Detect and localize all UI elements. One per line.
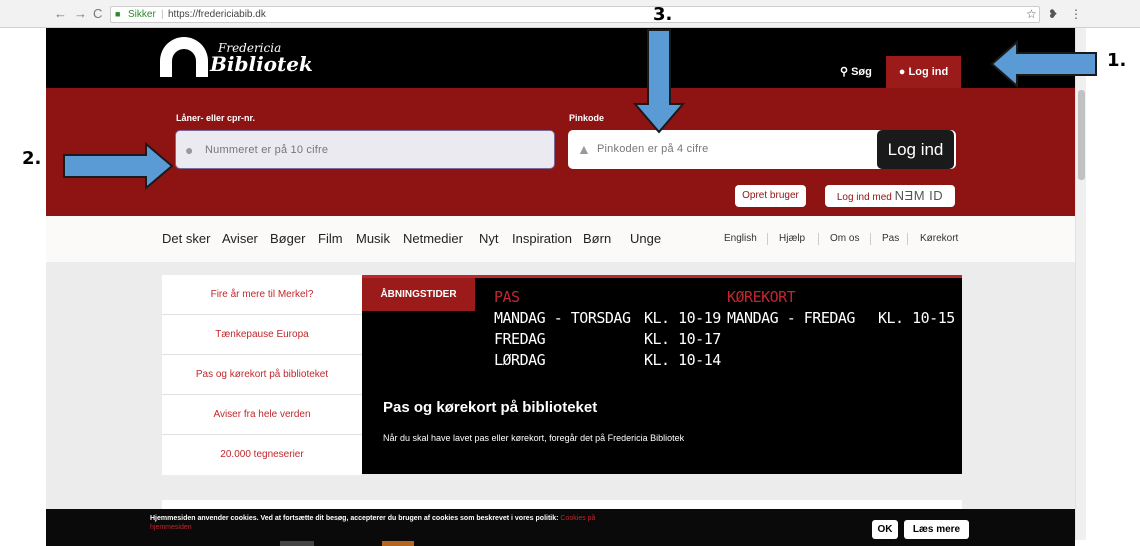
lock-icon: ■	[115, 9, 121, 19]
address-separator: |	[161, 9, 164, 20]
user-field-label: Låner- eller cpr-nr.	[176, 113, 256, 123]
sub-nav-divider	[818, 233, 819, 245]
pas-time: KL. 10-19	[644, 309, 721, 327]
forward-icon[interactable]: →	[74, 7, 87, 21]
opening-hours-tab[interactable]: ÅBNINGSTIDER	[362, 278, 475, 311]
login-tab[interactable]: ● Log ind	[886, 56, 961, 88]
thumbnail-strip	[382, 541, 414, 546]
nav-item-aviser[interactable]: Aviser	[222, 231, 258, 246]
hero-banner[interactable]: ÅBNINGSTIDER PAS MANDAG - TORSDAG FREDAG…	[362, 275, 962, 474]
cookie-notice: Hjemmesiden anvender cookies. Ved at for…	[150, 514, 620, 532]
nav-item-netmedier[interactable]: Netmedier	[403, 231, 463, 246]
nav-item-det-sker[interactable]: Det sker	[162, 231, 210, 246]
nemid-login-button[interactable]: Log ind med NƎM ID	[825, 185, 955, 207]
pin-placeholder: Pinkoden er på 4 cifre	[597, 143, 709, 155]
user-icon: ●	[185, 142, 194, 158]
hero-title[interactable]: Pas og kørekort på biblioteket	[383, 399, 597, 416]
pas-day: FREDAG	[494, 330, 546, 348]
pas-day: LØRDAG	[494, 351, 546, 369]
pas-time: KL. 10-14	[644, 351, 721, 369]
main-nav: Det sker Aviser Bøger Film Musik Netmedi…	[46, 216, 1075, 262]
secure-label: Sikker	[128, 9, 156, 20]
sub-nav-pas[interactable]: Pas	[882, 233, 899, 244]
login-submit-button[interactable]: Log ind	[877, 130, 954, 169]
annotation-arrow-2	[63, 141, 174, 191]
pas-time: KL. 10-17	[644, 330, 721, 348]
nav-item-boger[interactable]: Bøger	[270, 231, 305, 246]
nemid-login-label: Log ind med	[836, 192, 892, 203]
back-icon[interactable]: ←	[54, 7, 67, 21]
library-logo-icon[interactable]	[160, 37, 208, 77]
logo-text[interactable]: Bibliotek	[210, 52, 313, 76]
side-list-item[interactable]: 20.000 tegneserier	[162, 435, 362, 475]
extension-icon[interactable]: ❥	[1048, 7, 1058, 21]
sub-nav-divider	[870, 233, 871, 245]
annotation-label-2: 2.	[22, 148, 42, 169]
browser-menu-icon[interactable]: ⋮	[1070, 7, 1082, 21]
nav-item-unge[interactable]: Unge	[630, 231, 661, 246]
user-icon: ●	[898, 66, 906, 78]
sub-nav-english[interactable]: English	[724, 233, 757, 244]
user-number-input[interactable]: ● Nummeret er på 10 cifre	[175, 130, 555, 169]
thumbnail-strip	[280, 541, 314, 546]
side-list-item[interactable]: Aviser fra hele verden	[162, 395, 362, 435]
create-user-button[interactable]: Opret bruger	[735, 185, 806, 207]
korekort-heading: KØREKORT	[727, 288, 796, 306]
pas-heading: PAS	[494, 288, 520, 306]
address-bar[interactable]: ■ Sikker | https://fredericiabib.dk	[110, 6, 1040, 23]
sub-nav-korekort[interactable]: Kørekort	[920, 233, 958, 244]
bottom-strip	[280, 541, 1080, 546]
cookie-ok-button[interactable]: OK	[872, 520, 898, 539]
nav-item-inspiration[interactable]: Inspiration	[512, 231, 572, 246]
page: ← → C ■ Sikker | https://fredericiabib.d…	[0, 0, 1140, 546]
pas-day: MANDAG - TORSDAG	[494, 309, 631, 327]
side-list: Fire år mere til Merkel? Tænkepause Euro…	[162, 275, 362, 475]
hero-text: Når du skal have lavet pas eller kørekor…	[383, 433, 685, 443]
scrollbar-thumb[interactable]	[1078, 90, 1085, 180]
login-panel: Låner- eller cpr-nr. ● Nummeret er på 10…	[46, 88, 1075, 216]
korekort-time: KL. 10-15	[878, 309, 955, 327]
nav-item-born[interactable]: Børn	[583, 231, 611, 246]
search-icon: ⚲	[840, 66, 849, 78]
nemid-logo: NƎM ID	[894, 188, 944, 203]
pin-field-label: Pinkode	[569, 113, 605, 123]
annotation-label-1: 1.	[1107, 50, 1127, 71]
user-number-placeholder: Nummeret er på 10 cifre	[205, 144, 329, 156]
annotation-arrow-3	[632, 29, 686, 134]
korekort-day: MANDAG - FREDAG	[727, 309, 855, 327]
sub-nav-divider	[907, 233, 908, 245]
annotation-label-3: 3.	[653, 4, 673, 25]
bookmark-star-icon[interactable]: ☆	[1026, 7, 1037, 21]
nav-item-film[interactable]: Film	[318, 231, 343, 246]
search-label: Søg	[851, 66, 872, 78]
cookie-read-more-button[interactable]: Læs mere	[904, 520, 969, 539]
side-list-item[interactable]: Pas og kørekort på biblioteket	[162, 355, 362, 395]
sub-nav-hjaelp[interactable]: Hjælp	[779, 233, 805, 244]
sub-nav-om-os[interactable]: Om os	[830, 233, 859, 244]
side-list-item[interactable]: Fire år mere til Merkel?	[162, 275, 362, 315]
side-list-item[interactable]: Tænkepause Europa	[162, 315, 362, 355]
scrollbar[interactable]	[1075, 28, 1086, 540]
url-text: https://fredericiabib.dk	[168, 9, 266, 20]
nav-item-musik[interactable]: Musik	[356, 231, 390, 246]
cookie-text: Hjemmesiden anvender cookies. Ved at for…	[150, 515, 559, 522]
site-header: Fredericia Bibliotek ⚲ Søg ● Log ind	[46, 28, 1075, 88]
nav-item-nyt[interactable]: Nyt	[479, 231, 499, 246]
left-gutter	[0, 28, 46, 546]
sub-nav-divider	[767, 233, 768, 245]
reload-icon[interactable]: C	[93, 7, 102, 21]
search-link[interactable]: ⚲ Søg	[840, 65, 872, 78]
annotation-arrow-1	[990, 39, 1097, 89]
lock-icon: ▲	[577, 141, 591, 157]
browser-toolbar: ← → C ■ Sikker | https://fredericiabib.d…	[0, 0, 1140, 28]
login-tab-label: Log ind	[908, 66, 949, 78]
